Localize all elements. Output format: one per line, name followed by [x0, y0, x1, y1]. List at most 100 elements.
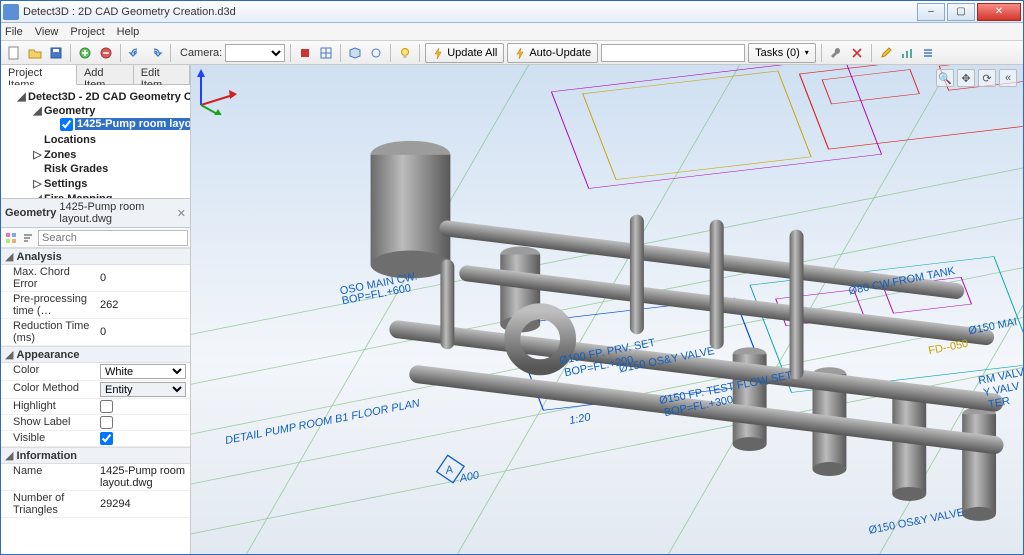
- project-tree[interactable]: ◢Detect3D - 2D CAD Geometry Creation ◢Ge…: [1, 85, 190, 198]
- lightning-icon: [432, 47, 444, 59]
- tree-zones[interactable]: ▷Zones: [31, 147, 188, 162]
- viewport-rotate-icon[interactable]: ⟳: [978, 69, 996, 87]
- redo-icon[interactable]: [147, 44, 165, 62]
- tree-settings[interactable]: ▷Settings: [31, 176, 188, 191]
- section-analysis[interactable]: ◢ Analysis: [1, 248, 190, 265]
- tab-edit-item[interactable]: Edit Item: [134, 65, 190, 84]
- tool-chart-icon[interactable]: [898, 44, 916, 62]
- menu-file[interactable]: File: [5, 26, 23, 38]
- camera-select[interactable]: [225, 44, 285, 62]
- prop-visible-label: Visible: [1, 431, 96, 446]
- prop-color-select[interactable]: White: [100, 364, 186, 379]
- prop-name-label: Name: [1, 464, 96, 490]
- tool-delete-icon[interactable]: [848, 44, 866, 62]
- new-icon[interactable]: [5, 44, 23, 62]
- tree-geometry[interactable]: ◢Geometry 1425-Pump room layout.dwg: [31, 103, 188, 133]
- prop-color-method-select[interactable]: Entity: [100, 382, 186, 397]
- props-categorize-icon[interactable]: [4, 229, 18, 247]
- update-all-label: Update All: [447, 47, 497, 59]
- sidebar: Project Items Add Item Edit Item ◢Detect…: [1, 65, 191, 554]
- prop-reduction-label: Reduction Time (ms): [1, 319, 96, 345]
- tree-fire-mapping[interactable]: ◢Fire Mapping Flame Detectors Contours I…: [31, 191, 188, 198]
- properties-grid: ◢ Analysis Max. Chord Error0 Pre-process…: [1, 248, 190, 554]
- remove-icon[interactable]: [97, 44, 115, 62]
- camera-label: Camera:: [180, 47, 222, 59]
- minimize-button[interactable]: –: [917, 3, 945, 21]
- tool-list-icon[interactable]: [919, 44, 937, 62]
- menu-project[interactable]: Project: [70, 26, 104, 38]
- prop-visible-checkbox[interactable]: [100, 432, 113, 445]
- viewport-zoom-icon[interactable]: 🔍: [936, 69, 954, 87]
- tasks-label: Tasks (0): [755, 47, 800, 59]
- prop-highlight-checkbox[interactable]: [100, 400, 113, 413]
- auto-update-label: Auto-Update: [529, 47, 591, 59]
- prop-preproc-label: Pre-processing time (…: [1, 292, 96, 318]
- prop-preproc-value[interactable]: 262: [96, 292, 190, 318]
- annot-fd: FD--050: [927, 338, 969, 357]
- prop-highlight-label: Highlight: [1, 399, 96, 414]
- properties-search-input[interactable]: [38, 230, 188, 246]
- svg-text:A: A: [444, 464, 454, 477]
- prop-triangles-value[interactable]: 29294: [96, 491, 190, 517]
- viewport-canvas: DETAIL PUMP ROOM B1 FLOOR PLAN 1:20 A00 …: [191, 65, 1023, 554]
- tree-root[interactable]: ◢Detect3D - 2D CAD Geometry Creation ◢Ge…: [15, 89, 190, 198]
- main-toolbar: Camera: Update All Auto-Update Tasks (0)…: [1, 41, 1023, 65]
- properties-header: Geometry 1425-Pump room layout.dwg ✕: [1, 198, 190, 228]
- tree-locations[interactable]: Locations: [31, 133, 188, 147]
- cube-icon[interactable]: [346, 44, 364, 62]
- titlebar: Detect3D : 2D CAD Geometry Creation.d3d …: [1, 1, 1023, 23]
- update-all-button[interactable]: Update All: [425, 43, 504, 63]
- section-appearance[interactable]: ◢ Appearance: [1, 346, 190, 363]
- prop-triangles-label: Number of Triangles: [1, 491, 96, 517]
- auto-update-button[interactable]: Auto-Update: [507, 43, 598, 63]
- tree-geometry-file[interactable]: 1425-Pump room layout.dwg: [47, 117, 186, 132]
- grid-icon[interactable]: [317, 44, 335, 62]
- viewport-pan-icon[interactable]: ✥: [957, 69, 975, 87]
- open-icon[interactable]: [26, 44, 44, 62]
- prop-reduction-value[interactable]: 0: [96, 319, 190, 345]
- prop-max-chord-value[interactable]: 0: [96, 265, 190, 291]
- view-icon[interactable]: [367, 44, 385, 62]
- section-information[interactable]: ◢ Information: [1, 447, 190, 464]
- prop-max-chord-label: Max. Chord Error: [1, 265, 96, 291]
- app-icon: [3, 4, 19, 20]
- undo-icon[interactable]: [126, 44, 144, 62]
- menubar: File View Project Help: [1, 23, 1023, 41]
- annot-scale: 1:20: [568, 411, 592, 427]
- properties-header-file: 1425-Pump room layout.dwg: [59, 201, 176, 225]
- properties-close-icon[interactable]: ✕: [177, 207, 186, 220]
- viewport-3d[interactable]: DETAIL PUMP ROOM B1 FLOOR PLAN 1:20 A00 …: [191, 65, 1023, 554]
- viewport-controls: 🔍 ✥ ⟳ «: [936, 69, 1017, 87]
- props-sort-icon[interactable]: [21, 229, 35, 247]
- close-button[interactable]: ✕: [977, 3, 1021, 21]
- prop-color-method-label: Color Method: [1, 381, 96, 398]
- geometry-file-checkbox[interactable]: [60, 118, 73, 131]
- tab-add-item[interactable]: Add Item: [77, 65, 134, 84]
- tasks-button[interactable]: Tasks (0)▾: [748, 43, 816, 63]
- menu-view[interactable]: View: [35, 26, 59, 38]
- tree-risk-grades[interactable]: Risk Grades: [31, 162, 188, 176]
- viewport-collapse-icon[interactable]: «: [999, 69, 1017, 87]
- prop-color-label: Color: [1, 363, 96, 380]
- prop-name-value[interactable]: 1425-Pump room layout.dwg: [96, 464, 190, 490]
- window-title: Detect3D : 2D CAD Geometry Creation.d3d: [23, 6, 915, 18]
- annot-floor-plan: DETAIL PUMP ROOM B1 FLOOR PLAN: [224, 397, 421, 447]
- tool-pencil-icon[interactable]: [877, 44, 895, 62]
- save-icon[interactable]: [47, 44, 65, 62]
- axis-gizmo-icon: [191, 65, 241, 115]
- maximize-button[interactable]: ▢: [947, 3, 975, 21]
- properties-toolbar: ✕: [1, 228, 190, 248]
- prop-show-label-checkbox[interactable]: [100, 416, 113, 429]
- bulb-icon[interactable]: [396, 44, 414, 62]
- prop-show-label-label: Show Label: [1, 415, 96, 430]
- gear-lightning-icon: [514, 47, 526, 59]
- properties-header-prefix: Geometry: [5, 207, 56, 219]
- menu-help[interactable]: Help: [117, 26, 140, 38]
- annot-osy-2: Ø150 OS&Y VALVE: [868, 507, 965, 537]
- stop-icon[interactable]: [296, 44, 314, 62]
- sidebar-tabstrip: Project Items Add Item Edit Item: [1, 65, 190, 85]
- tab-project-items[interactable]: Project Items: [1, 65, 77, 85]
- add-icon[interactable]: [76, 44, 94, 62]
- tool-wrench-icon[interactable]: [827, 44, 845, 62]
- toolbar-search-input[interactable]: [601, 44, 745, 62]
